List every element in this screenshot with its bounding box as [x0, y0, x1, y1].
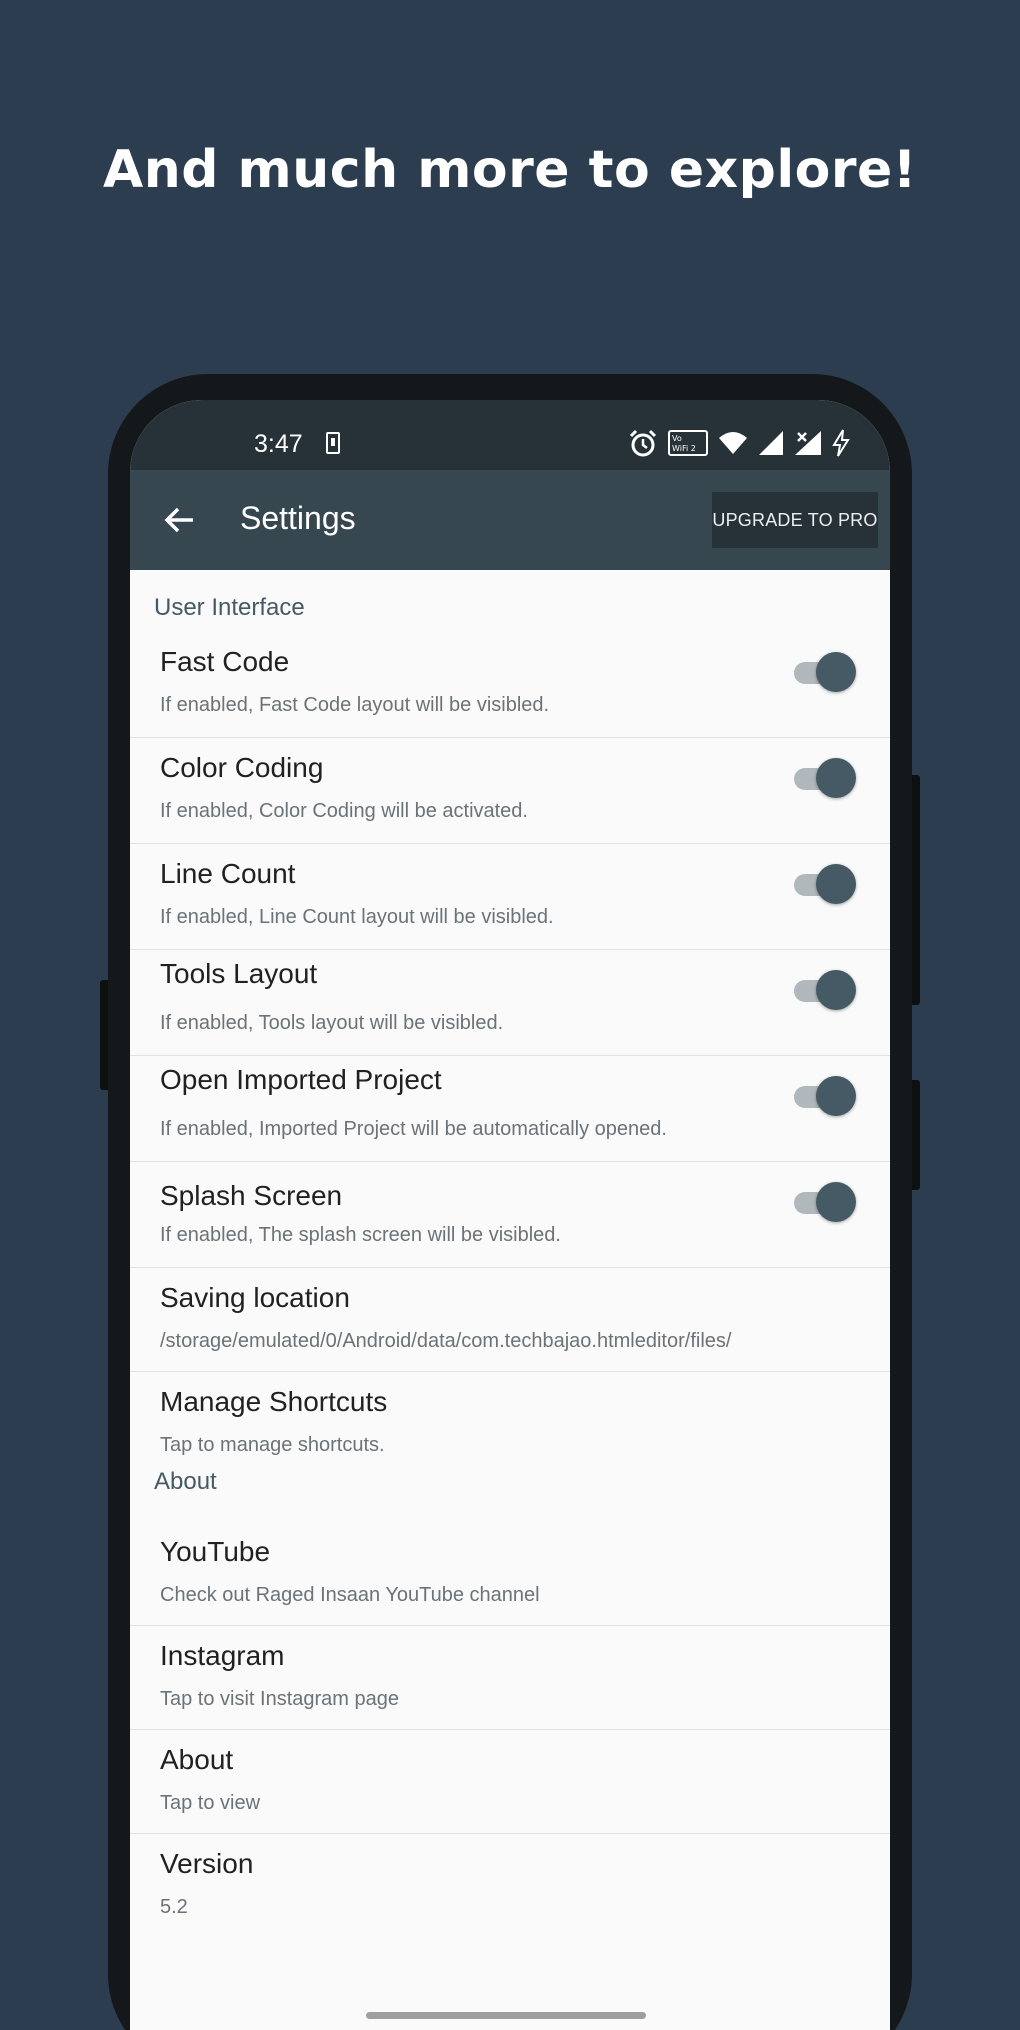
pref-summary: If enabled, Line Count layout will be vi… — [160, 906, 554, 928]
pref-summary: Tap to visit Instagram page — [160, 1688, 400, 1710]
signal-icon — [759, 431, 783, 455]
status-time: 3:47 — [254, 430, 303, 458]
pref-title: About — [160, 1744, 234, 1775]
toggle-thumb — [816, 1182, 856, 1222]
home-indicator[interactable] — [366, 2012, 646, 2019]
pref-color-coding[interactable]: Color Coding If enabled, Color Coding wi… — [130, 738, 890, 844]
phone-screen: 3:47 Vo WiFi 2 Settings UPGRADE TO PRO U… — [130, 400, 890, 2030]
pref-title: Version — [160, 1848, 254, 1879]
pref-title: Manage Shortcuts — [160, 1386, 388, 1417]
pref-summary: /storage/emulated/0/Android/data/com.tec… — [160, 1330, 732, 1352]
pref-summary: If enabled, Tools layout will be visible… — [160, 1012, 504, 1034]
pref-title: Saving location — [160, 1282, 350, 1313]
pref-summary: 5.2 — [160, 1896, 188, 1918]
pref-about[interactable]: About Tap to view — [130, 1730, 890, 1834]
fast-code-toggle[interactable] — [792, 652, 856, 692]
toggle-thumb — [816, 1076, 856, 1116]
page-title: Settings — [240, 500, 356, 536]
pref-title: YouTube — [160, 1536, 271, 1567]
toggle-thumb — [816, 864, 856, 904]
toggle-thumb — [816, 652, 856, 692]
status-icons: Vo WiFi 2 — [628, 428, 850, 458]
tools-layout-toggle[interactable] — [792, 970, 856, 1010]
section-header-user-interface: User Interface — [154, 594, 305, 621]
wifi-icon — [719, 432, 747, 454]
pref-title: Color Coding — [160, 752, 324, 783]
pref-instagram[interactable]: Instagram Tap to visit Instagram page — [130, 1626, 890, 1730]
pref-version[interactable]: Version 5.2 — [130, 1834, 890, 1938]
pref-manage-shortcuts[interactable]: Manage Shortcuts Tap to manage shortcuts… — [130, 1372, 890, 1464]
arrow-back-icon — [164, 507, 193, 533]
pref-summary: If enabled, Fast Code layout will be vis… — [160, 694, 550, 716]
volte-icon: Vo WiFi 2 — [668, 430, 708, 456]
pref-fast-code[interactable]: Fast Code If enabled, Fast Code layout w… — [130, 632, 890, 738]
back-button[interactable] — [154, 494, 206, 546]
toggle-thumb — [816, 758, 856, 798]
pref-title: Open Imported Project — [160, 1064, 442, 1095]
pref-tools-layout[interactable]: Tools Layout If enabled, Tools layout wi… — [130, 950, 890, 1056]
pref-youtube[interactable]: YouTube Check out Raged Insaan YouTube c… — [130, 1522, 890, 1626]
pref-title: Instagram — [160, 1640, 285, 1671]
pref-summary: If enabled, Imported Project will be aut… — [160, 1118, 667, 1140]
pref-open-imported-project[interactable]: Open Imported Project If enabled, Import… — [130, 1056, 890, 1162]
pref-line-count[interactable]: Line Count If enabled, Line Count layout… — [130, 844, 890, 950]
pref-splash-screen[interactable]: Splash Screen If enabled, The splash scr… — [130, 1162, 890, 1268]
charging-icon — [832, 429, 850, 457]
settings-list: User Interface Fast Code If enabled, Fas… — [130, 570, 890, 1938]
svg-text:WiFi 2: WiFi 2 — [672, 444, 696, 453]
signal-x-icon — [795, 431, 821, 455]
pref-title: Fast Code — [160, 646, 290, 677]
color-coding-toggle[interactable] — [792, 758, 856, 798]
pref-title: Line Count — [160, 858, 296, 889]
pref-summary: If enabled, Color Coding will be activat… — [160, 800, 528, 822]
svg-text:Vo: Vo — [672, 434, 682, 443]
section-header-about: About — [154, 1468, 217, 1495]
status-bar: 3:47 Vo WiFi 2 — [130, 400, 890, 470]
upgrade-to-pro-button[interactable]: UPGRADE TO PRO — [712, 492, 878, 548]
open-imported-project-toggle[interactable] — [792, 1076, 856, 1116]
pref-title: Tools Layout — [160, 958, 318, 989]
pref-summary: If enabled, The splash screen will be vi… — [160, 1224, 561, 1246]
alarm-icon — [629, 429, 657, 457]
line-count-toggle[interactable] — [792, 864, 856, 904]
pref-summary: Tap to manage shortcuts. — [160, 1434, 385, 1456]
toggle-thumb — [816, 970, 856, 1010]
pref-summary: Check out Raged Insaan YouTube channel — [160, 1584, 540, 1606]
screenshot-icon — [326, 432, 340, 454]
pref-title: Splash Screen — [160, 1180, 343, 1211]
pref-summary: Tap to view — [160, 1792, 261, 1814]
splash-screen-toggle[interactable] — [792, 1182, 856, 1222]
pref-saving-location[interactable]: Saving location /storage/emulated/0/Andr… — [130, 1268, 890, 1372]
app-bar: Settings UPGRADE TO PRO — [130, 470, 890, 570]
promo-headline: And much more to explore! — [102, 140, 918, 200]
